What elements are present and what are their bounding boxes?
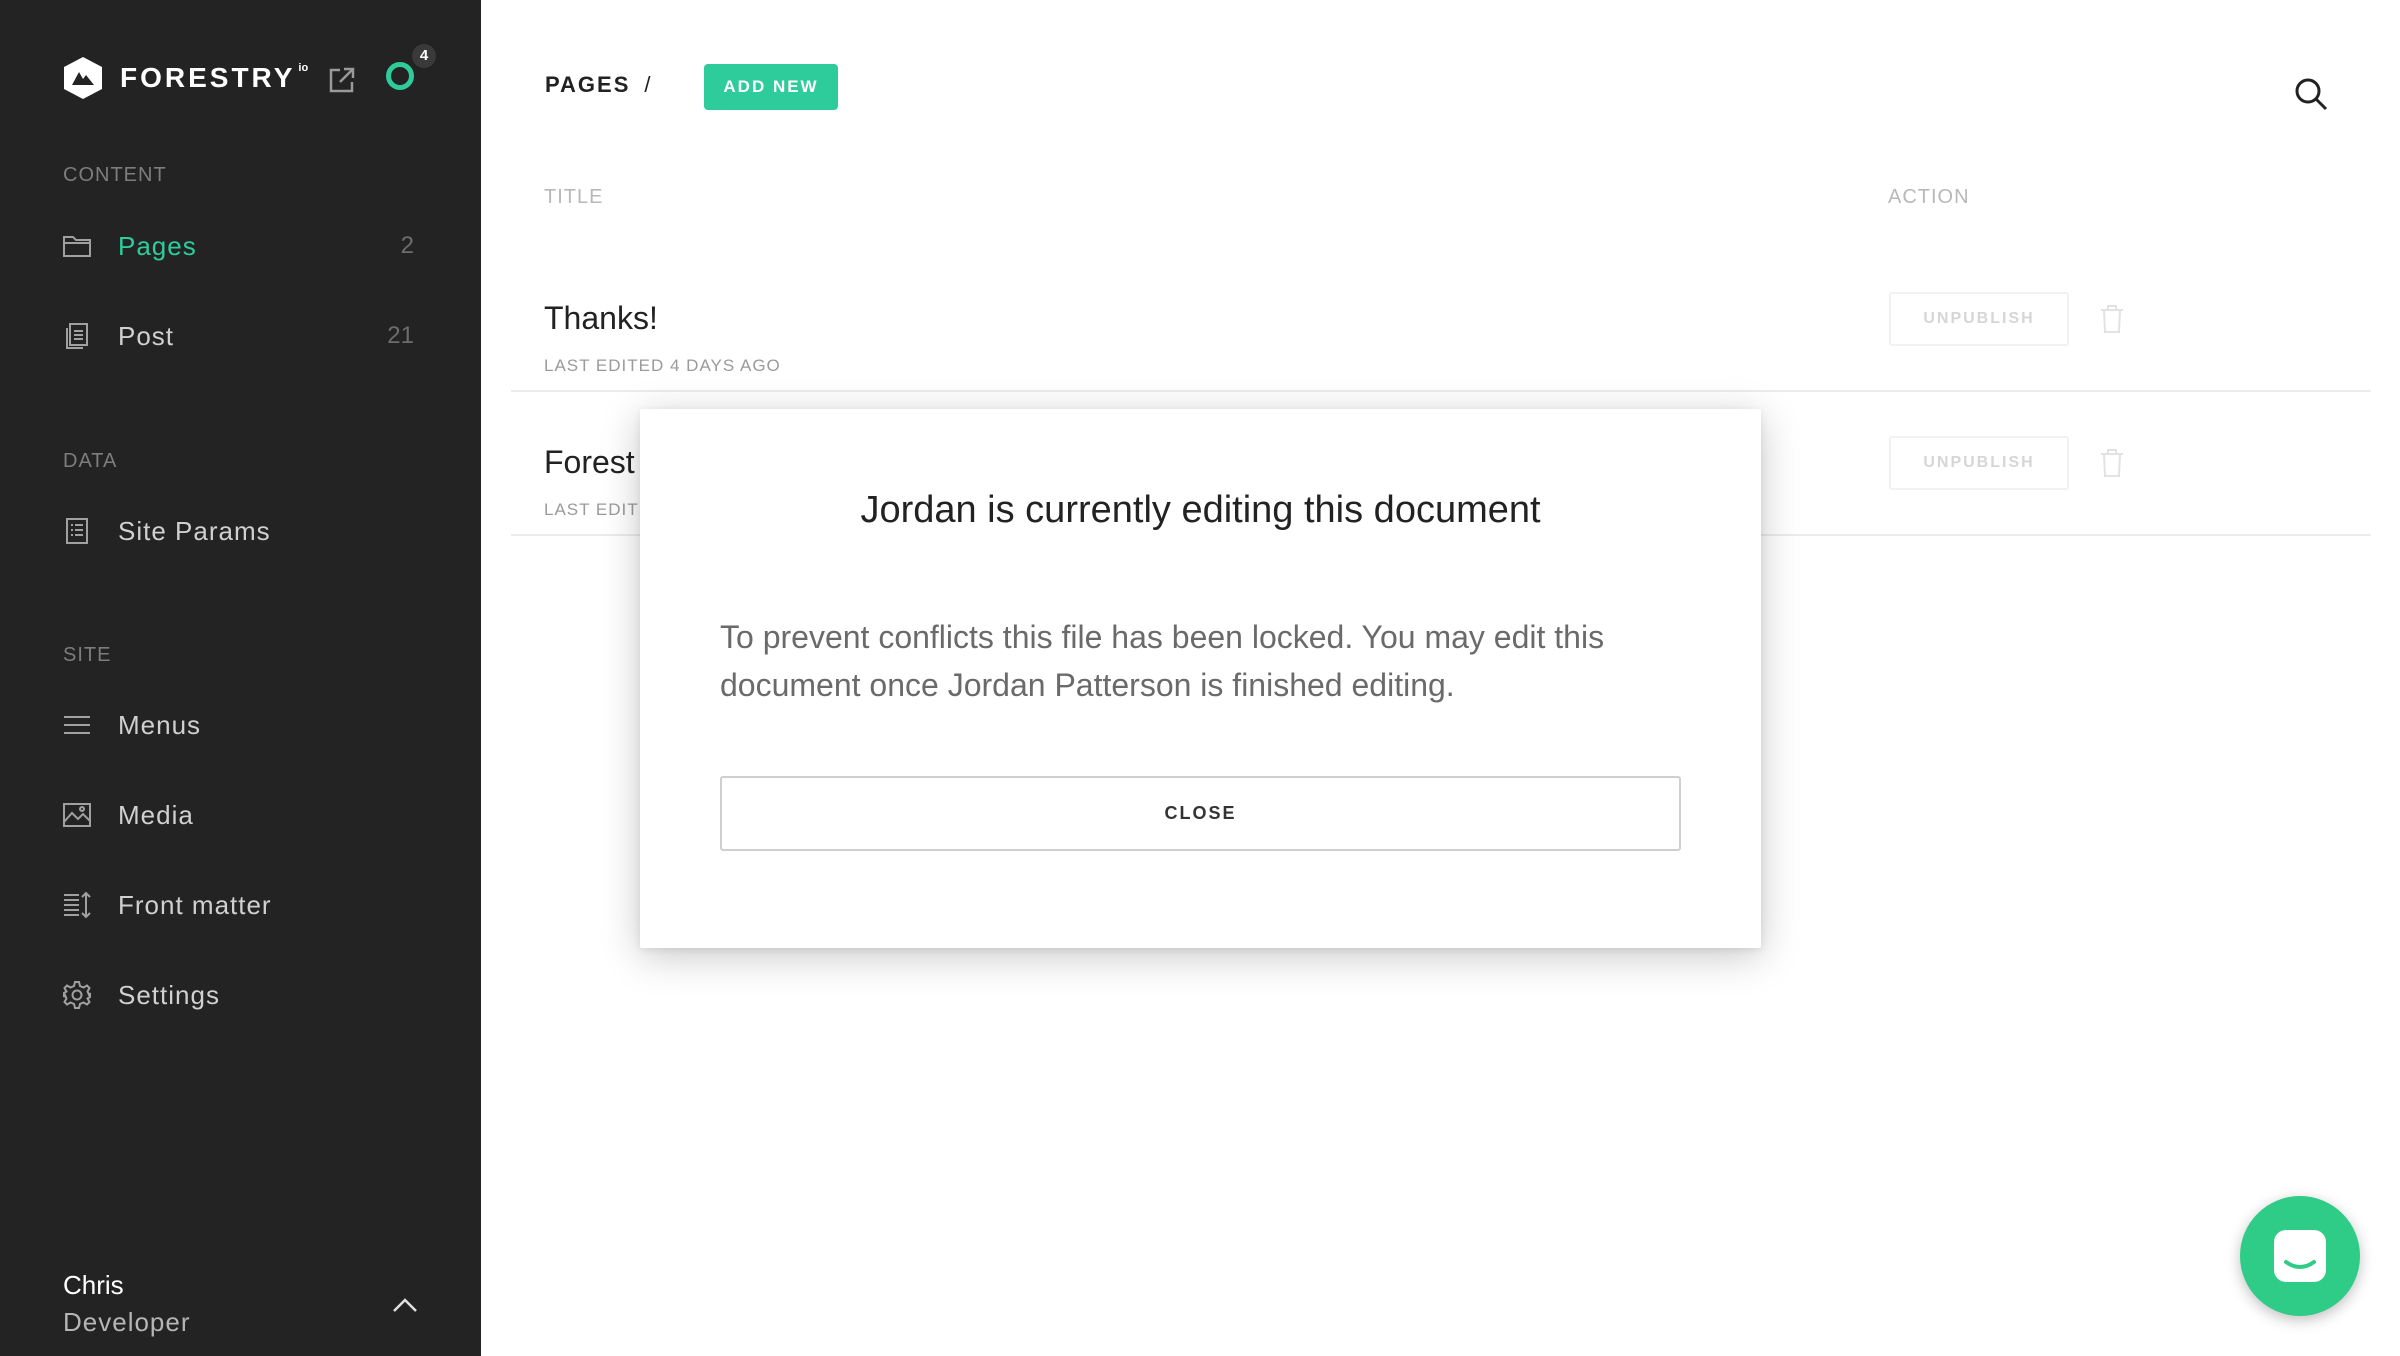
brand-name: FORESTRY xyxy=(120,62,296,93)
chat-launcher-button[interactable] xyxy=(2240,1196,2360,1316)
sort-list-icon xyxy=(64,891,91,919)
add-new-button[interactable]: ADD NEW xyxy=(704,64,838,110)
sidebar-item-media[interactable]: Media xyxy=(62,793,422,837)
section-label-data: DATA xyxy=(63,450,118,472)
user-name: Chris xyxy=(63,1270,124,1300)
sidebar-item-label: Pages xyxy=(118,230,197,261)
chat-icon xyxy=(2274,1230,2326,1282)
list-document-icon xyxy=(66,518,88,544)
section-label-site: SITE xyxy=(63,644,112,666)
user-role: Developer xyxy=(63,1307,191,1337)
sidebar-item-label: Site Params xyxy=(118,515,271,546)
sidebar: FORESTRY io 4 CONTENT Pages 2 Post 21 DA… xyxy=(0,0,481,1356)
trash-icon[interactable] xyxy=(2099,304,2125,334)
sidebar-item-label: Post xyxy=(118,320,175,351)
folder-icon xyxy=(63,236,91,257)
section-label-content: CONTENT xyxy=(63,164,167,186)
sidebar-item-label: Front matter xyxy=(118,889,272,920)
unpublish-button[interactable]: UNPUBLISH xyxy=(1889,292,2069,346)
document-locked-modal: Jordan is currently editing this documen… xyxy=(640,409,1761,948)
trash-icon[interactable] xyxy=(2099,448,2125,478)
breadcrumb-pages[interactable]: PAGES xyxy=(545,72,630,97)
sidebar-item-site-params[interactable]: Site Params xyxy=(62,509,422,553)
row-meta: LAST EDITE xyxy=(544,500,651,519)
modal-title: Jordan is currently editing this documen… xyxy=(860,489,1541,531)
notifications-status[interactable]: 4 xyxy=(386,44,436,98)
external-link-icon[interactable] xyxy=(326,64,358,96)
brand-suffix: io xyxy=(298,62,309,74)
gear-icon xyxy=(63,981,91,1009)
chevron-up-icon[interactable] xyxy=(390,1294,420,1316)
row-meta: LAST EDITED 4 DAYS AGO xyxy=(544,356,781,375)
sidebar-item-label: Menus xyxy=(118,709,202,740)
row-title[interactable]: Forest xyxy=(544,444,635,481)
sidebar-item-count: 21 xyxy=(387,322,414,349)
hamburger-menu-icon xyxy=(64,716,90,734)
forestry-logo-icon xyxy=(64,57,102,99)
unpublish-button[interactable]: UNPUBLISH xyxy=(1889,436,2069,490)
document-stack-icon xyxy=(66,323,88,349)
modal-body: To prevent conflicts this file has been … xyxy=(720,619,1605,703)
sidebar-item-front-matter[interactable]: Front matter xyxy=(62,883,422,927)
sidebar-item-label: Media xyxy=(118,799,194,830)
sidebar-item-post[interactable]: Post 21 xyxy=(62,314,422,358)
breadcrumb-separator: / xyxy=(644,72,653,97)
column-header-action: ACTION xyxy=(1888,186,1970,208)
status-ring-icon xyxy=(386,62,414,90)
column-header-title: TITLE xyxy=(544,186,604,208)
sidebar-item-menus[interactable]: Menus xyxy=(62,703,422,747)
sidebar-item-settings[interactable]: Settings xyxy=(62,973,422,1017)
breadcrumb: PAGES / xyxy=(545,72,653,98)
row-title[interactable]: Thanks! xyxy=(544,300,658,337)
sidebar-item-count: 2 xyxy=(400,232,414,259)
notification-badge: 4 xyxy=(412,44,436,68)
table-row[interactable]: Thanks! LAST EDITED 4 DAYS AGO UNPUBLISH xyxy=(511,248,2371,392)
close-button[interactable]: CLOSE xyxy=(720,776,1681,851)
search-icon[interactable] xyxy=(2293,76,2329,112)
user-profile[interactable]: Chris Developer xyxy=(63,1270,191,1338)
image-icon xyxy=(63,803,91,827)
sidebar-item-label: Settings xyxy=(118,979,220,1010)
sidebar-item-pages[interactable]: Pages 2 xyxy=(62,224,422,268)
brand[interactable]: FORESTRY io xyxy=(62,56,308,100)
